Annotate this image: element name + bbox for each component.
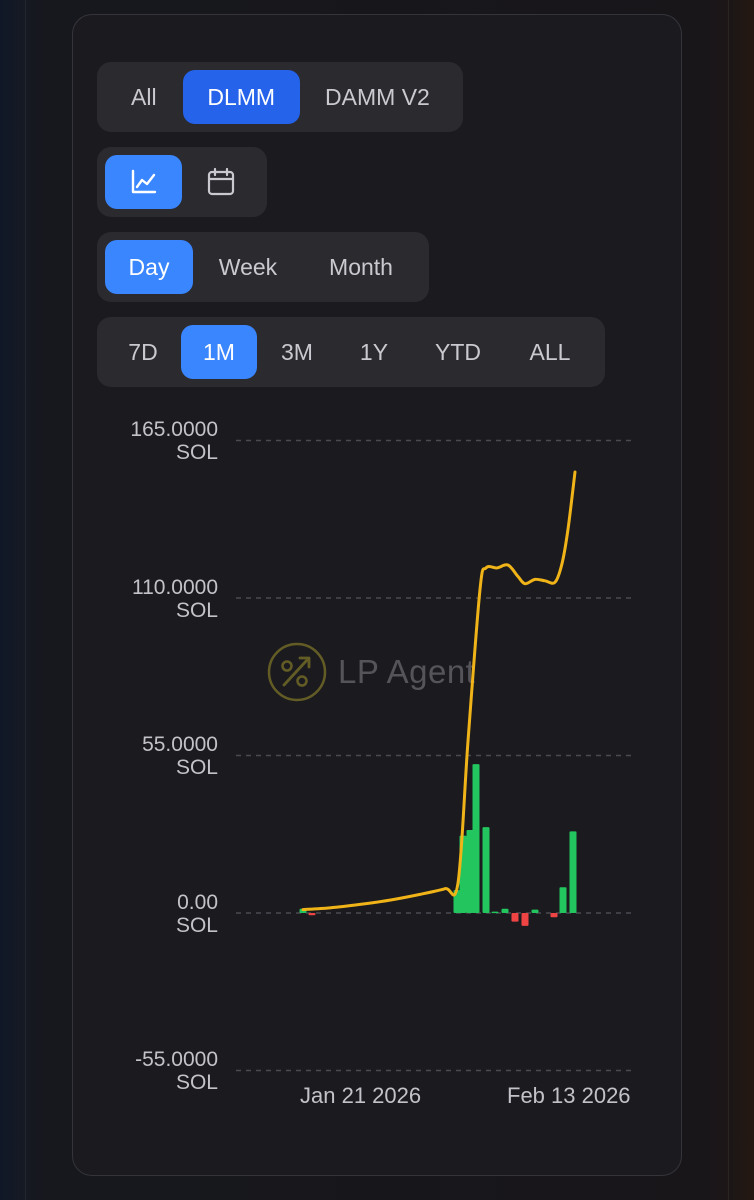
x-tick-label: Jan 21 2026 (300, 1083, 422, 1108)
granularity-selector: Day Week Month (97, 232, 429, 302)
range-1y[interactable]: 1Y (337, 325, 411, 379)
pool-type-damm-v2[interactable]: DAMM V2 (300, 70, 455, 124)
pool-type-all[interactable]: All (105, 70, 183, 124)
y-tick-label: -55.0000 SOL (135, 1048, 218, 1094)
view-mode-selector (97, 147, 267, 217)
granularity-day[interactable]: Day (105, 240, 193, 294)
lp-agent-watermark: LP Agent (266, 640, 496, 704)
time-range-selector: 7D 1M 3M 1Y YTD ALL (97, 317, 605, 387)
percent-arrow-icon (267, 642, 327, 702)
pool-type-selector: All DLMM DAMM V2 (97, 62, 463, 132)
y-tick-label: 0.00 SOL (175, 891, 218, 937)
granularity-month[interactable]: Month (303, 240, 419, 294)
y-tick-label: 165.0000 SOL (130, 418, 218, 464)
calendar-view-button[interactable] (182, 155, 259, 209)
line-chart-icon (131, 169, 156, 194)
range-ytd[interactable]: YTD (411, 325, 505, 379)
calendar-icon (207, 167, 234, 196)
granularity-week[interactable]: Week (193, 240, 303, 294)
y-tick-label: 110.0000 SOL (131, 576, 218, 622)
range-7d[interactable]: 7D (105, 325, 181, 379)
pool-type-dlmm[interactable]: DLMM (182, 70, 300, 124)
range-3m[interactable]: 3M (257, 325, 337, 379)
x-tick-label: Feb 13 2026 (507, 1083, 631, 1108)
y-tick-label: 55.0000 SOL (142, 733, 218, 779)
left-panel-edge (0, 0, 26, 1200)
line-chart-view-button[interactable] (105, 155, 182, 209)
range-all[interactable]: ALL (505, 325, 595, 379)
watermark-text: LP Agent (338, 653, 476, 690)
range-1m[interactable]: 1M (181, 325, 257, 379)
right-panel-edge (728, 0, 754, 1200)
